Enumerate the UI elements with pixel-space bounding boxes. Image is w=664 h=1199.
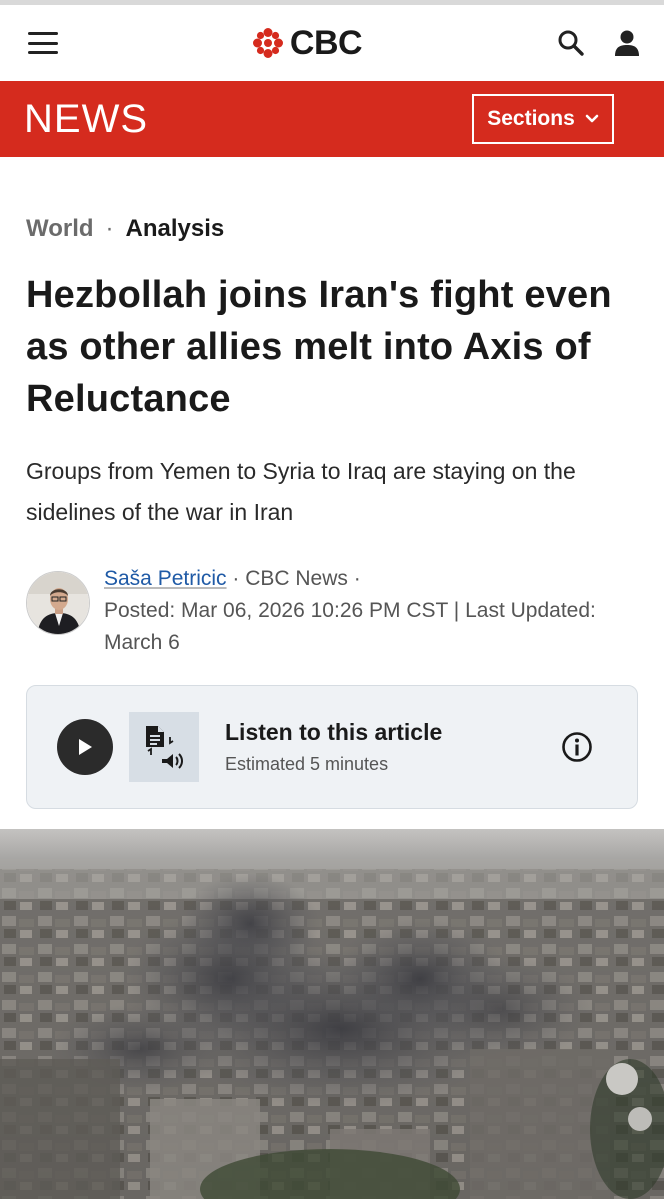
headline: Hezbollah joins Iran's fight even as oth… bbox=[26, 274, 612, 420]
article: World · Analysis Hezbollah joins Iran's … bbox=[0, 215, 664, 809]
search-icon[interactable] bbox=[556, 28, 586, 58]
listen-estimate: Estimated 5 minutes bbox=[225, 754, 389, 774]
article-tag: Analysis bbox=[125, 215, 225, 242]
cbc-logo[interactable]: CBC bbox=[252, 23, 363, 63]
news-bar: NEWS Sections bbox=[0, 81, 664, 157]
info-icon[interactable] bbox=[561, 731, 593, 763]
menu-icon[interactable] bbox=[28, 32, 58, 54]
author-avatar[interactable] bbox=[26, 571, 90, 635]
account-icon[interactable] bbox=[612, 28, 642, 58]
play-icon bbox=[79, 739, 92, 755]
sections-label: Sections bbox=[487, 107, 575, 130]
brand-name: CBC bbox=[289, 23, 363, 62]
hero-image[interactable] bbox=[0, 829, 664, 1199]
outlet-label: · CBC News · bbox=[232, 567, 361, 590]
sections-button[interactable]: Sections bbox=[472, 94, 614, 144]
section-link-world[interactable]: World bbox=[26, 215, 94, 243]
play-button[interactable] bbox=[57, 719, 113, 775]
article-deck: Groups from Yemen to Syria to Iraq are s… bbox=[26, 458, 576, 525]
breadcrumb: World · Analysis bbox=[26, 215, 638, 243]
author-link[interactable]: Saša Petricic bbox=[104, 567, 227, 590]
breadcrumb-separator: · bbox=[105, 215, 114, 242]
byline-details: Saša Petricic · CBC News · Posted: Mar 0… bbox=[104, 563, 638, 659]
top-bar: CBC bbox=[0, 5, 664, 81]
news-section-title[interactable]: NEWS bbox=[24, 97, 148, 142]
chevron-down-icon bbox=[585, 114, 599, 123]
listen-title: Listen to this article bbox=[225, 719, 443, 745]
publish-date: Posted: Mar 06, 2026 10:26 PM CST | Last… bbox=[104, 599, 596, 654]
text-to-speech-icon bbox=[129, 712, 199, 782]
cbc-gem-logo bbox=[252, 28, 283, 58]
byline: Saša Petricic · CBC News · Posted: Mar 0… bbox=[26, 563, 638, 659]
listen-to-article-panel: Listen to this article Estimated 5 minut… bbox=[26, 685, 638, 809]
